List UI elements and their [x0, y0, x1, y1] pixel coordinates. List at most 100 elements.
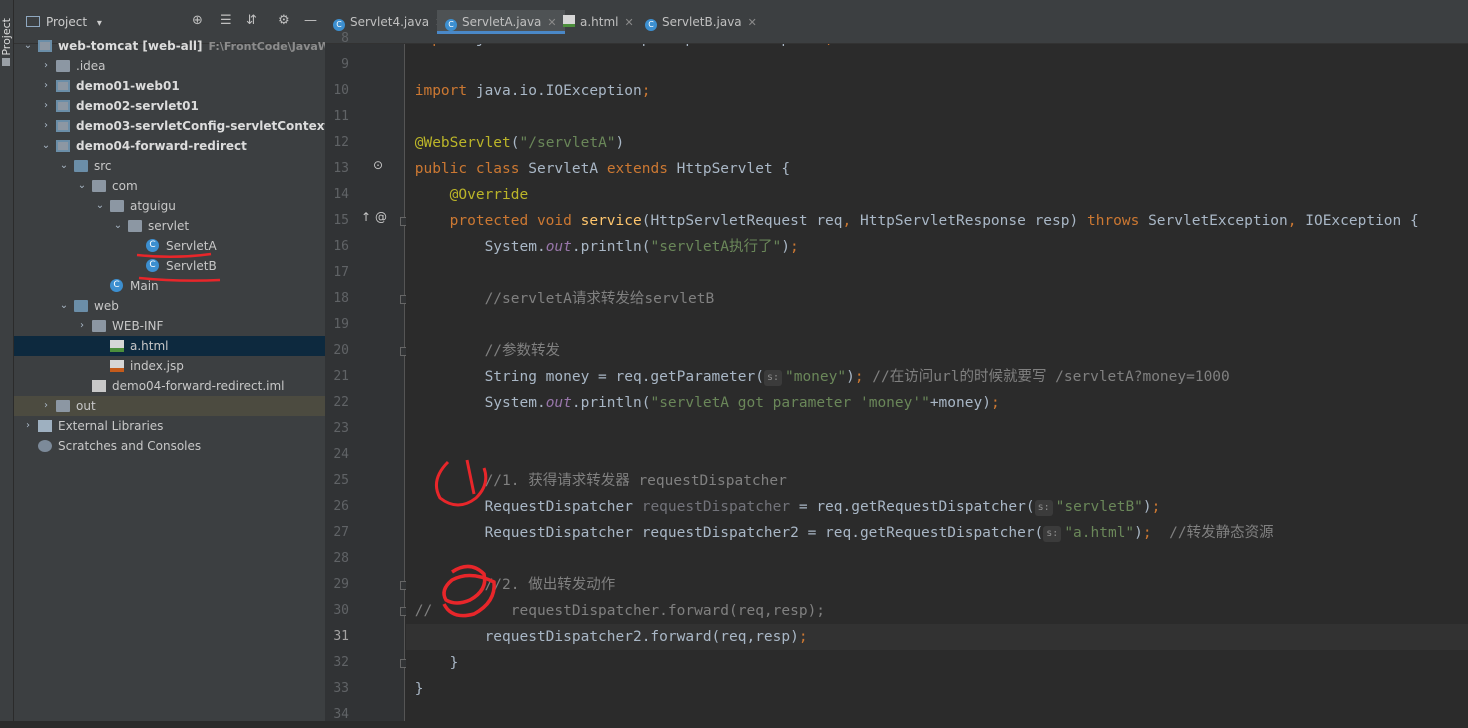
tree-item[interactable]: ⌄ com [14, 176, 325, 196]
tree-item[interactable]: index.jsp [14, 356, 325, 376]
code-token: "money" [784, 369, 847, 385]
code-line[interactable] [406, 416, 1468, 442]
code-line[interactable]: System.out.println("servletA执行了"); [406, 234, 1468, 260]
chevron-right-icon[interactable]: › [22, 416, 34, 436]
tree-item[interactable]: › demo02-servlet01 [14, 96, 325, 116]
code-token: "servletA执行了" [650, 239, 782, 255]
code-line[interactable]: requestDispatcher2.forward(req,resp); [406, 624, 1468, 650]
chevron-right-icon[interactable]: › [76, 316, 88, 336]
chevron-right-icon[interactable]: › [40, 396, 52, 416]
code-line[interactable]: public class ServletA extends HttpServle… [406, 156, 1468, 182]
tree-item[interactable]: ⌄ web [14, 296, 325, 316]
gear-icon[interactable]: ⚙ [278, 13, 290, 28]
code-line[interactable]: RequestDispatcher requestDispatcher2 = r… [406, 520, 1468, 546]
code-line[interactable]: } [406, 676, 1468, 702]
chevron-right-icon[interactable]: › [40, 56, 52, 76]
project-view-selector[interactable]: Project ▾ [26, 15, 102, 29]
implemented-icon[interactable]: ⊙ [373, 158, 383, 172]
chevron-down-icon[interactable]: ⌄ [112, 216, 124, 236]
chevron-right-icon[interactable]: › [40, 96, 52, 116]
code-line[interactable]: protected void service(HttpServletReques… [406, 208, 1468, 234]
tree-item[interactable]: ⌄ web-tomcat [web-all] F:\FrontCode\JavaWe… [14, 36, 375, 56]
parameter-hint: s: [763, 370, 782, 386]
chevron-down-icon[interactable]: ⌄ [58, 156, 70, 176]
code-line[interactable]: import java.io.IOException; [406, 78, 1468, 104]
code-token: @WebServlet [414, 135, 511, 151]
structure-tool-icon[interactable] [2, 58, 10, 66]
code-line[interactable] [406, 546, 1468, 572]
module-icon [56, 100, 70, 112]
chevron-down-icon[interactable]: ⌄ [40, 136, 52, 156]
tree-item[interactable]: › External Libraries [14, 416, 325, 436]
code-token: extends [606, 161, 677, 177]
code-line[interactable] [406, 260, 1468, 286]
chevron-down-icon[interactable]: ▾ [97, 18, 102, 29]
editor-tab[interactable]: C ServletA.java ✕ [437, 10, 565, 34]
tree-item[interactable]: C Main [14, 276, 325, 296]
code-line[interactable]: //2. 做出转发动作 [406, 572, 1468, 598]
java-class-icon: C [110, 279, 123, 292]
code-line[interactable]: @WebServlet("/servletA") [406, 130, 1468, 156]
tree-item[interactable]: C ServletB [14, 256, 325, 276]
tree-item[interactable]: demo04-forward-redirect.iml [14, 376, 325, 396]
tree-item[interactable]: ⌄ servlet [14, 216, 325, 236]
tree-item[interactable]: ⌄ src [14, 156, 325, 176]
chevron-down-icon[interactable]: ⌄ [22, 36, 34, 56]
close-icon[interactable]: ✕ [748, 16, 757, 29]
code-line[interactable]: String money = req.getParameter(s: "money… [406, 364, 1468, 390]
tree-item[interactable]: › .idea [14, 56, 325, 76]
code-line[interactable]: @Override [406, 182, 1468, 208]
tree-item[interactable]: Scratches and Consoles [14, 436, 325, 456]
code-token: requestDispatcher [641, 499, 791, 515]
code-line[interactable]: //servletA请求转发给servletB [406, 286, 1468, 312]
code-token: //参数转发 [414, 343, 561, 359]
expand-all-icon[interactable]: ☰ [220, 13, 232, 28]
locate-icon[interactable]: ⊕ [192, 13, 203, 28]
close-icon[interactable]: ✕ [625, 16, 634, 29]
tree-item[interactable]: › out [14, 396, 325, 416]
code-token: // requestDispatcher.forward(req,resp); [414, 603, 826, 619]
tree-item-label: out [76, 399, 96, 413]
code-line[interactable] [406, 104, 1468, 130]
code-token: .println( [571, 395, 651, 411]
code-line[interactable]: // requestDispatcher.forward(req,resp); [406, 598, 1468, 624]
code-token: ; [825, 44, 834, 47]
chevron-right-icon[interactable]: › [40, 116, 52, 136]
code-token: jakarta.servlet.http.HttpServletResponse [476, 44, 825, 47]
editor-tab[interactable]: a.html ✕ [555, 10, 642, 34]
tree-item[interactable]: › WEB-INF [14, 316, 325, 336]
override-method-icon[interactable]: ↑ [361, 210, 371, 224]
chevron-down-icon[interactable]: ⌄ [94, 196, 106, 216]
code-line[interactable] [406, 312, 1468, 338]
code-line[interactable]: System.out.println("servletA got paramet… [406, 390, 1468, 416]
chevron-right-icon[interactable]: › [40, 76, 52, 96]
chevron-down-icon[interactable]: ⌄ [58, 296, 70, 316]
code-line[interactable]: //参数转发 [406, 338, 1468, 364]
code-line[interactable] [406, 52, 1468, 78]
code-line[interactable]: } [406, 650, 1468, 676]
hide-panel-icon[interactable]: — [304, 13, 317, 28]
code-line[interactable] [406, 702, 1468, 721]
code-editor[interactable]: import jakarta.servlet.http.HttpServletR… [406, 44, 1468, 721]
code-line[interactable]: RequestDispatcher requestDispatcher = re… [406, 494, 1468, 520]
tree-item[interactable]: C ServletA [14, 236, 325, 256]
tree-item[interactable]: › demo01-web01 [14, 76, 325, 96]
collapse-all-icon[interactable]: ⇵ [246, 13, 257, 28]
tree-item[interactable]: › demo03-servletConfig-servletContext [14, 116, 330, 136]
line-number: 19 [333, 317, 349, 332]
code-line[interactable]: //1. 获得请求转发器 requestDispatcher [406, 468, 1468, 494]
project-tool-button[interactable]: Project [0, 18, 14, 56]
tree-item[interactable]: a.html [14, 336, 325, 356]
tree-item[interactable]: ⌄ atguigu [14, 196, 325, 216]
code-line[interactable] [406, 442, 1468, 468]
code-line[interactable]: import jakarta.servlet.http.HttpServletR… [406, 44, 1468, 52]
tree-item[interactable]: ⌄ demo04-forward-redirect [14, 136, 325, 156]
editor-tab-label: ServletA.java [462, 15, 542, 29]
chevron-down-icon[interactable]: ⌄ [76, 176, 88, 196]
annotation-at-icon[interactable]: @ [375, 210, 387, 224]
editor-tab[interactable]: C ServletB.java ✕ [637, 10, 765, 34]
code-token: ( [510, 135, 520, 151]
